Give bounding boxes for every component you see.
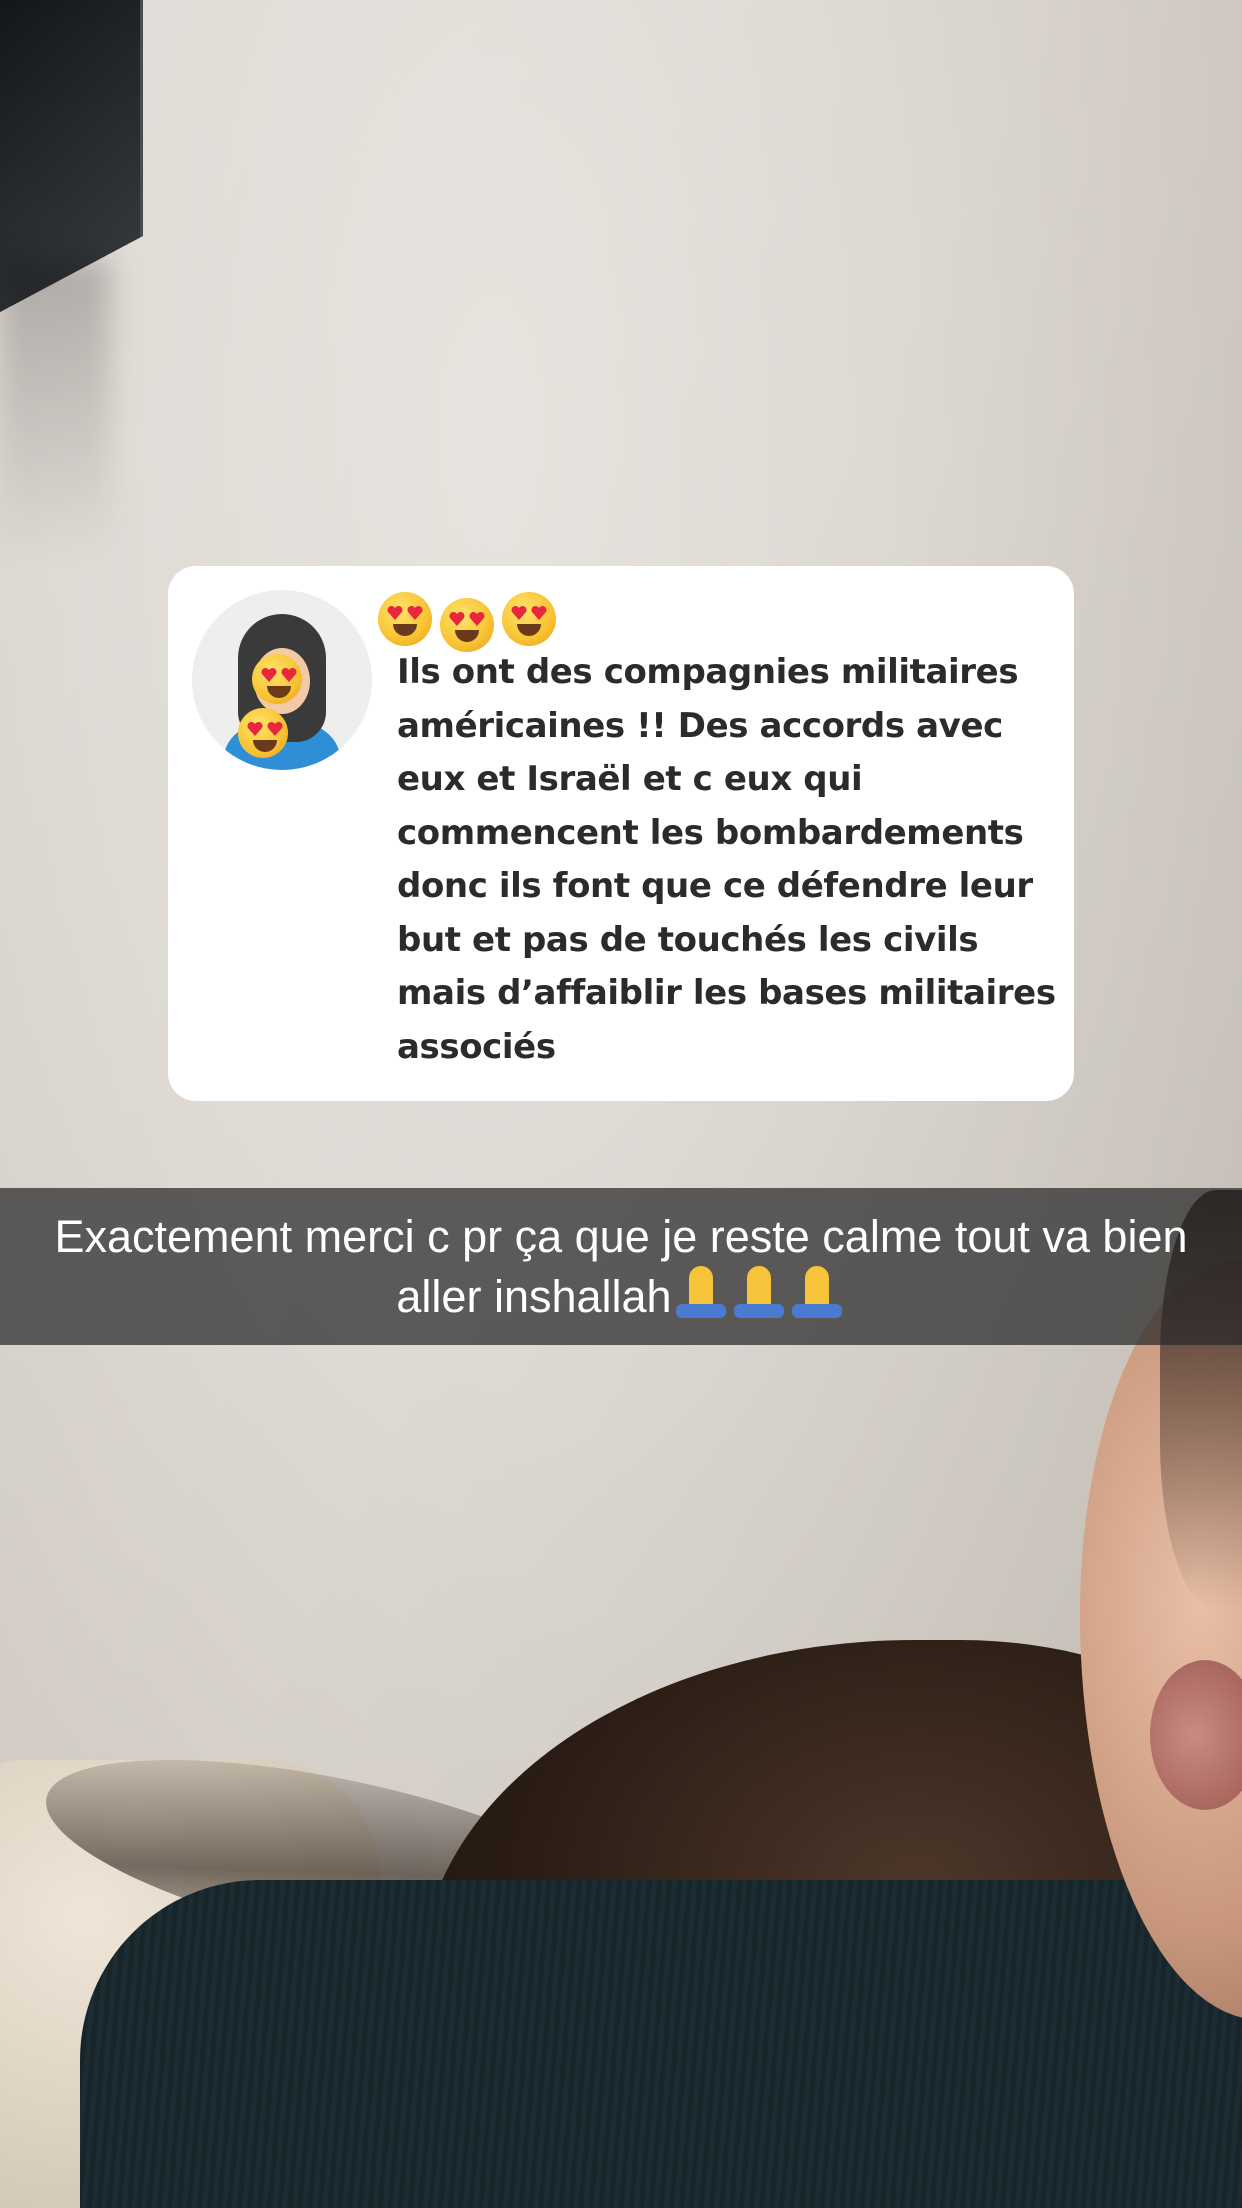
heart-icon [387,606,403,620]
question-text: Ils ont des compagnies militaires améric… [397,652,1056,1067]
heart-icon [469,612,485,626]
story-photo-background [0,0,1242,2208]
heart-icon [531,606,547,620]
mouth [455,630,479,642]
folded-hands-icon [730,1265,788,1320]
heart-icon [449,612,465,626]
caption-bar[interactable]: Exactement merci c pr ça que je reste ca… [0,1188,1242,1345]
heart-icon [267,722,283,736]
heart-eyes-emoji-icon [238,708,288,758]
heart-eyes-emoji-icon [502,592,556,646]
mouth [393,624,417,636]
heart-icon [511,606,527,620]
mouth [253,740,277,752]
heart-eyes-emoji-icon [252,654,302,704]
reaction-emojis [378,588,578,652]
heart-eyes-emoji-icon [440,598,494,652]
heart-icon [247,722,263,736]
monitor-shadow [0,260,110,560]
folded-hands-icon [788,1265,846,1320]
shirt [80,1880,1242,2208]
heart-icon [281,668,297,682]
heart-eyes-emoji-icon [378,592,432,646]
question-sticker[interactable]: Ils ont des compagnies militaires améric… [168,566,1074,1101]
heart-icon [261,668,277,682]
bitmoji-avatar-icon [192,590,372,770]
caption: Exactement merci c pr ça que je reste ca… [21,1208,1221,1326]
folded-hands-icon [672,1265,730,1320]
caption-text: Exactement merci c pr ça que je reste ca… [54,1210,1188,1322]
mouth [517,624,541,636]
mouth [267,686,291,698]
heart-icon [407,606,423,620]
